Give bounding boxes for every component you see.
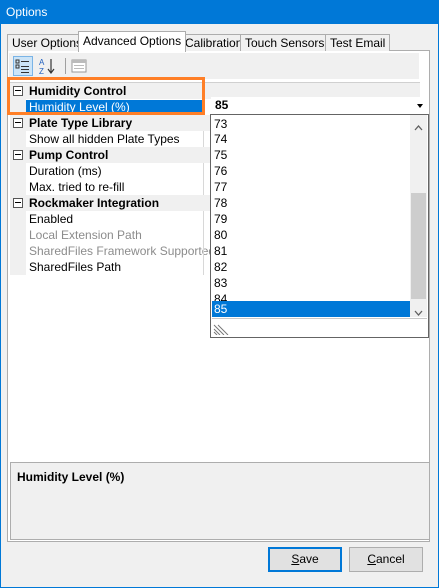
help-pane: Humidity Level (%) bbox=[10, 462, 430, 540]
dropdown-option[interactable]: 80 bbox=[212, 227, 412, 243]
property-label: Show all hidden Plate Types bbox=[29, 132, 180, 146]
title-bar[interactable]: Options bbox=[0, 0, 439, 24]
dropdown-option-selected[interactable]: 85 bbox=[212, 301, 412, 317]
dropdown-scrollbar[interactable] bbox=[410, 115, 427, 317]
category-label: Rockmaker Integration bbox=[29, 196, 160, 210]
dropdown-option[interactable]: 79 bbox=[212, 211, 412, 227]
tab-calibration[interactable]: Calibration bbox=[180, 34, 248, 51]
dropdown-option[interactable]: 77 bbox=[212, 179, 412, 195]
dropdown-option[interactable]: 75 bbox=[212, 147, 412, 163]
dropdown-option[interactable]: 73 bbox=[212, 116, 412, 132]
dropdown-option[interactable]: 83 bbox=[212, 275, 412, 291]
categorized-icon[interactable] bbox=[13, 56, 33, 76]
humidity-level-value: 85 bbox=[215, 98, 229, 112]
property-label: Local Extension Path bbox=[29, 228, 142, 242]
svg-text:A: A bbox=[39, 58, 45, 67]
scroll-up-icon[interactable] bbox=[414, 120, 423, 131]
toolbar-separator bbox=[65, 58, 66, 74]
property-label: SharedFiles Framework Supported bbox=[29, 244, 216, 258]
property-label: Max. tried to re-fill bbox=[29, 180, 125, 194]
property-label: Duration (ms) bbox=[29, 164, 102, 178]
tab-test-email[interactable]: Test Email bbox=[325, 34, 391, 51]
highlight-annotation bbox=[7, 77, 205, 115]
svg-text:Z: Z bbox=[39, 67, 44, 76]
dropdown-option[interactable]: 74 bbox=[212, 131, 412, 147]
humidity-level-value-field[interactable]: 85 bbox=[211, 97, 428, 114]
dropdown-option[interactable]: 81 bbox=[212, 243, 412, 259]
property-grid-toolbar: A Z bbox=[9, 53, 419, 79]
alphabetical-sort-icon[interactable]: A Z bbox=[37, 56, 57, 76]
chevron-down-icon[interactable] bbox=[414, 99, 426, 112]
save-button[interactable]: Save bbox=[268, 547, 342, 572]
property-label: SharedFiles Path bbox=[29, 260, 122, 274]
cancel-button[interactable]: Cancel bbox=[349, 547, 423, 572]
collapse-icon[interactable] bbox=[13, 198, 23, 208]
category-label: Plate Type Library bbox=[29, 116, 133, 130]
dropdown-option[interactable]: 78 bbox=[212, 195, 412, 211]
collapse-icon[interactable] bbox=[13, 150, 23, 160]
resize-grip-icon[interactable] bbox=[212, 318, 427, 337]
collapse-icon[interactable] bbox=[13, 118, 23, 128]
tab-advanced-options[interactable]: Advanced Options bbox=[78, 31, 187, 52]
tab-user-options[interactable]: User Options bbox=[7, 34, 88, 51]
property-pages-icon[interactable] bbox=[69, 56, 89, 76]
humidity-level-dropdown[interactable]: 73 74 75 76 77 78 79 80 81 82 83 84 85 bbox=[210, 114, 429, 338]
category-label: Pump Control bbox=[29, 148, 109, 162]
help-title: Humidity Level (%) bbox=[17, 470, 125, 484]
tab-touch-sensors[interactable]: Touch Sensors bbox=[240, 34, 330, 51]
window-title: Options bbox=[6, 5, 48, 19]
scroll-down-icon[interactable] bbox=[414, 305, 423, 316]
dropdown-option[interactable]: 82 bbox=[212, 259, 412, 275]
dropdown-option[interactable]: 76 bbox=[212, 163, 412, 179]
property-label: Enabled bbox=[29, 212, 74, 226]
scrollbar-thumb[interactable] bbox=[411, 193, 426, 299]
